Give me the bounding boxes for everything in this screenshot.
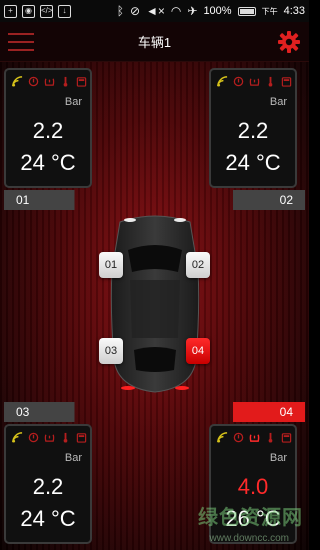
menu-icon[interactable]	[8, 33, 34, 51]
clock: 4:33	[283, 5, 305, 17]
tire-pressure-alert-icon	[249, 434, 260, 442]
brake-warning-icon	[28, 76, 39, 87]
temperature-value: 24 °C	[20, 506, 76, 531]
wheel-badge-04[interactable]: 04	[186, 338, 210, 364]
unit-label: Bar	[269, 452, 287, 464]
signal-icon	[217, 76, 228, 87]
bluetooth-icon: ᛒ	[116, 4, 124, 18]
tire-tag-03: 03	[4, 402, 92, 422]
download-icon: ↓	[58, 4, 71, 18]
unit-label: Bar	[269, 96, 287, 108]
do-not-disturb-icon: ⊘	[129, 4, 140, 18]
page-title: 车辆1	[137, 35, 172, 50]
tire-card-01[interactable]: Bar 2.2 24 °C	[4, 68, 92, 188]
code-icon: </>	[40, 4, 53, 18]
battery-low-icon	[281, 77, 292, 87]
car-illustration	[110, 215, 200, 393]
tire-tag-04: 04	[217, 402, 305, 422]
unit-label: Bar	[64, 96, 82, 108]
battery-low-icon	[281, 433, 292, 443]
wheel-badge-02[interactable]: 02	[186, 252, 210, 278]
airplane-icon: ✈	[187, 4, 198, 18]
wheel-badge-03[interactable]: 03	[99, 338, 123, 364]
battery-low-icon	[76, 433, 87, 443]
main-area: Bar 2.2 24 °C 01 Bar 2.2 24 °C 02 01 02 …	[0, 62, 309, 550]
wheel-badge-01[interactable]: 01	[99, 252, 123, 278]
brake-warning-icon	[233, 432, 244, 443]
tire-pressure-icon	[44, 434, 55, 442]
mute-icon: ◄×	[146, 4, 165, 18]
pressure-value: 2.2	[32, 118, 64, 143]
notification-plus-icon: +	[4, 4, 17, 18]
tire-tag-02: 02	[217, 190, 305, 210]
thermometer-icon	[63, 76, 68, 87]
tire-pressure-icon	[44, 78, 55, 86]
signal-icon	[217, 432, 228, 443]
unit-label: Bar	[64, 452, 82, 464]
thermometer-icon	[268, 432, 273, 443]
temperature-value: 24 °C	[225, 150, 281, 175]
wifi-icon: ◠	[170, 4, 182, 18]
battery-icon	[237, 6, 256, 16]
watermark-url: www.downcc.com	[209, 533, 289, 544]
signal-icon	[12, 76, 23, 87]
battery-percent: 100%	[203, 5, 232, 17]
tire-tag-01: 01	[4, 190, 92, 210]
pressure-value: 2.2	[237, 118, 269, 143]
temperature-value: 24 °C	[20, 150, 76, 175]
tire-card-03[interactable]: Bar 2.2 24 °C	[4, 424, 92, 544]
time-prefix: 下午	[261, 6, 278, 16]
app-icon: ◉	[22, 4, 35, 18]
tire-pressure-icon	[249, 78, 260, 86]
signal-icon	[12, 432, 23, 443]
tire-card-02[interactable]: Bar 2.2 24 °C	[209, 68, 297, 188]
gear-icon[interactable]	[277, 30, 301, 54]
pressure-value: 2.2	[32, 474, 64, 499]
battery-low-icon	[76, 77, 87, 87]
thermometer-icon	[63, 432, 68, 443]
thermometer-icon	[268, 76, 273, 87]
brake-warning-icon	[233, 76, 244, 87]
status-bar: + ◉ </> ↓ ᛒ ⊘ ◄× ◠ ✈ 100% 下午 4:33	[0, 0, 309, 22]
brake-warning-icon	[28, 432, 39, 443]
watermark-text: 绿色资源网	[198, 507, 303, 529]
app-header: 车辆1	[0, 22, 309, 62]
pressure-value-alert: 4.0	[237, 474, 269, 499]
